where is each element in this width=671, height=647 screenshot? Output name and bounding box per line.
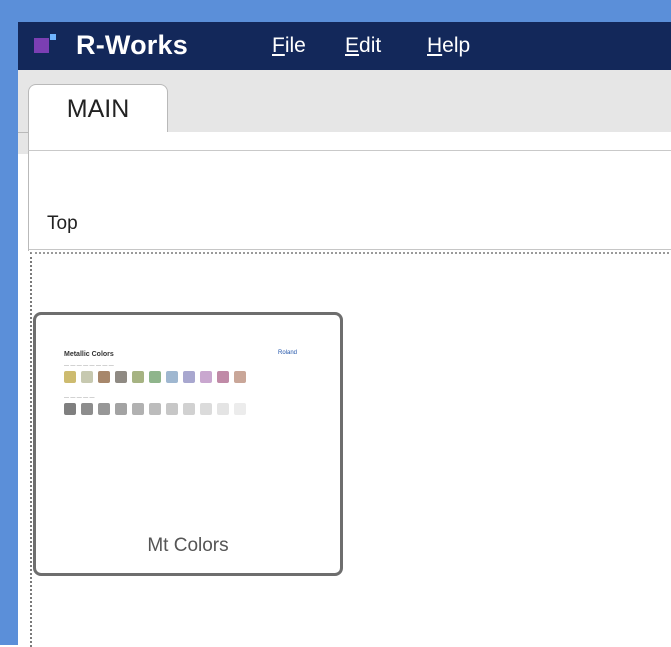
color-swatch — [81, 403, 93, 415]
color-swatch — [132, 371, 144, 383]
color-swatch — [98, 403, 110, 415]
color-swatch — [234, 403, 246, 415]
card-thumbnail: Metallic Colors Roland — — — — — — — — —… — [58, 337, 320, 517]
color-swatch — [200, 403, 212, 415]
menu-file[interactable]: File — [272, 34, 306, 58]
color-swatch — [98, 371, 110, 383]
color-swatch — [200, 371, 212, 383]
tab-main[interactable]: MAIN — [28, 84, 168, 133]
thumbnail-brand: Roland — [278, 350, 298, 356]
menu-edit[interactable]: Edit — [345, 34, 381, 58]
card-label: Mt Colors — [147, 535, 229, 556]
group-label-top: Top — [47, 213, 78, 234]
app-name: R-Works — [76, 30, 188, 60]
color-swatch — [217, 403, 229, 415]
color-swatch — [81, 371, 93, 383]
color-swatch — [166, 403, 178, 415]
menu-help[interactable]: Help — [427, 34, 470, 58]
preset-card[interactable]: Metallic Colors Roland — — — — — — — — —… — [33, 312, 343, 576]
color-swatch — [183, 403, 195, 415]
ribbon-panel: Top — [28, 150, 671, 251]
color-swatch — [149, 403, 161, 415]
color-swatch — [166, 371, 178, 383]
color-swatch — [115, 403, 127, 415]
color-swatch — [183, 371, 195, 383]
app-window: R-Works File Edit Help MAIN Top Metallic… — [18, 22, 671, 647]
tab-strip: MAIN — [18, 70, 671, 154]
color-swatch — [149, 371, 161, 383]
thumbnail-subtext: — — — — — — — — — [64, 363, 114, 369]
thumbnail-title: Metallic Colors — [64, 351, 114, 358]
swatch-row-metallic — [64, 371, 246, 383]
app-logo-icon — [34, 32, 56, 54]
color-swatch — [217, 371, 229, 383]
title-bar: R-Works File Edit Help — [18, 22, 671, 70]
color-swatch — [64, 403, 76, 415]
thumbnail-subtext: — — — — — — [64, 395, 95, 401]
color-swatch — [234, 371, 246, 383]
color-swatch — [115, 371, 127, 383]
swatch-row-silver — [64, 403, 246, 415]
color-swatch — [64, 371, 76, 383]
color-swatch — [132, 403, 144, 415]
